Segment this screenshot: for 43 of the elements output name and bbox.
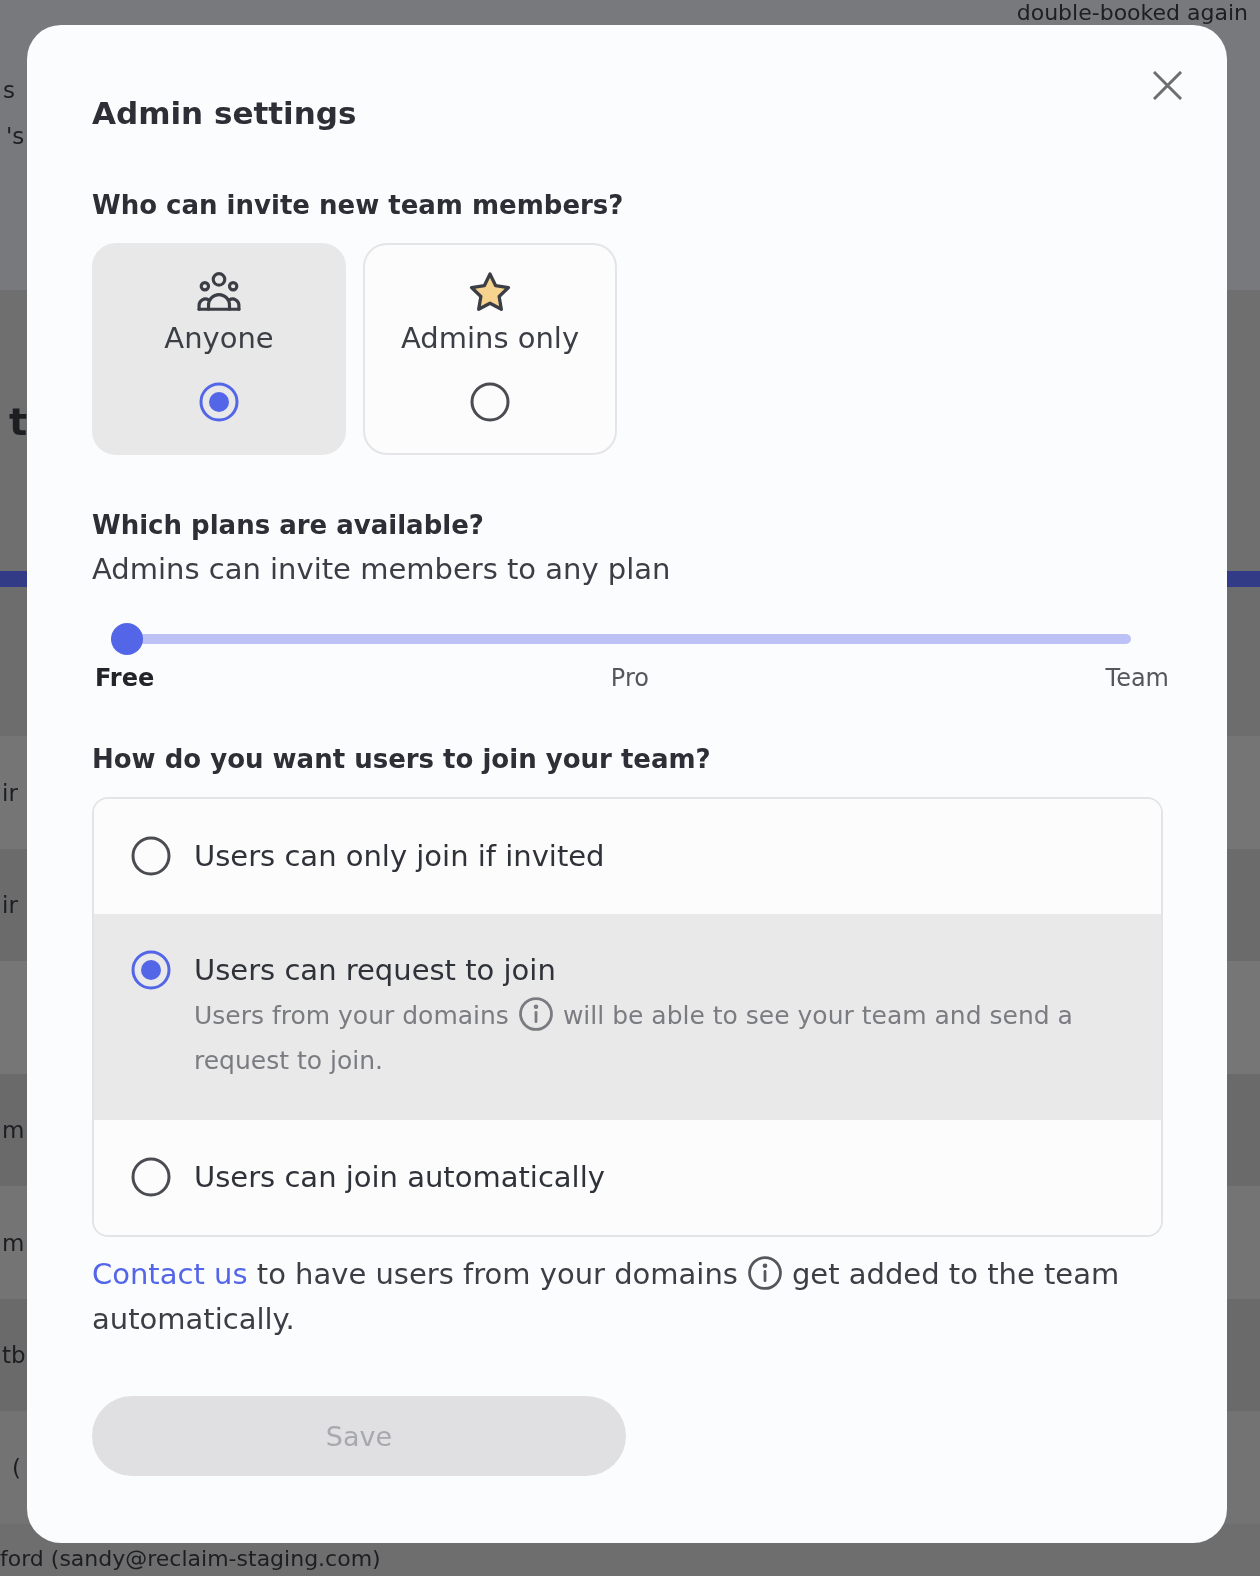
backdrop-text: double-booked again <box>1016 0 1248 25</box>
section-heading: Which plans are available? <box>92 509 484 541</box>
radio-button[interactable] <box>131 836 171 876</box>
join-option-row[interactable]: Users can request to join Users from your domains will be able to see your team and send a request to join. <box>94 914 1161 1120</box>
option-label: Users can join automatically <box>194 1159 606 1196</box>
section-heading: Who can invite new team members? <box>92 189 624 221</box>
backdrop-text: ( <box>11 1453 21 1482</box>
backdrop-text: 's <box>5 122 25 150</box>
domains-note: Contact us to have users from your domains get added to the team automatically. <box>92 1255 1121 1338</box>
star-icon <box>469 272 511 312</box>
backdrop-text: ir <box>1 778 18 807</box>
info-icon[interactable] <box>747 1256 782 1290</box>
radio-button[interactable] <box>199 382 239 422</box>
option-label: Admins only <box>400 321 580 355</box>
section-subheading: Admins can invite members to any plan <box>92 552 671 586</box>
invite-option-card[interactable]: Admins only <box>363 243 617 455</box>
backdrop-text: ford (sandy@reclaim-staging.com) <box>0 1545 381 1573</box>
backdrop-text: t <box>8 400 28 444</box>
backdrop-text: m <box>1 1228 25 1257</box>
slider-stop-label: Free <box>95 664 155 692</box>
backdrop-text: tb <box>1 1341 26 1369</box>
slider-stop-label: Pro <box>610 664 649 692</box>
radio-button[interactable] <box>131 950 171 990</box>
people-group-icon <box>197 272 241 312</box>
dialog-title: Admin settings <box>92 94 357 133</box>
radio-button[interactable] <box>470 382 510 422</box>
contact-link[interactable]: Contact us <box>92 1257 248 1291</box>
close-button[interactable] <box>1153 71 1182 100</box>
section-heading: How do you want users to join your team? <box>92 743 711 775</box>
slider-thumb[interactable] <box>111 623 143 655</box>
option-label: Anyone <box>164 321 274 355</box>
close-icon <box>1153 71 1182 100</box>
backdrop-text: s <box>2 76 15 104</box>
invite-option-card[interactable]: Anyone <box>92 243 346 455</box>
option-label: Users can request to join <box>194 952 557 989</box>
plan-slider-track[interactable] <box>111 623 1131 655</box>
slider-stop-label: Team <box>1105 664 1169 692</box>
option-label: Users can only join if invited <box>194 838 606 875</box>
backdrop-text: m <box>1 1116 25 1144</box>
info-icon[interactable] <box>518 997 553 1031</box>
option-description: Users from your domains will be able to see your team and send a request to join. <box>194 993 1121 1083</box>
backdrop-text: ir <box>1 891 18 919</box>
radio-button[interactable] <box>131 1157 171 1197</box>
